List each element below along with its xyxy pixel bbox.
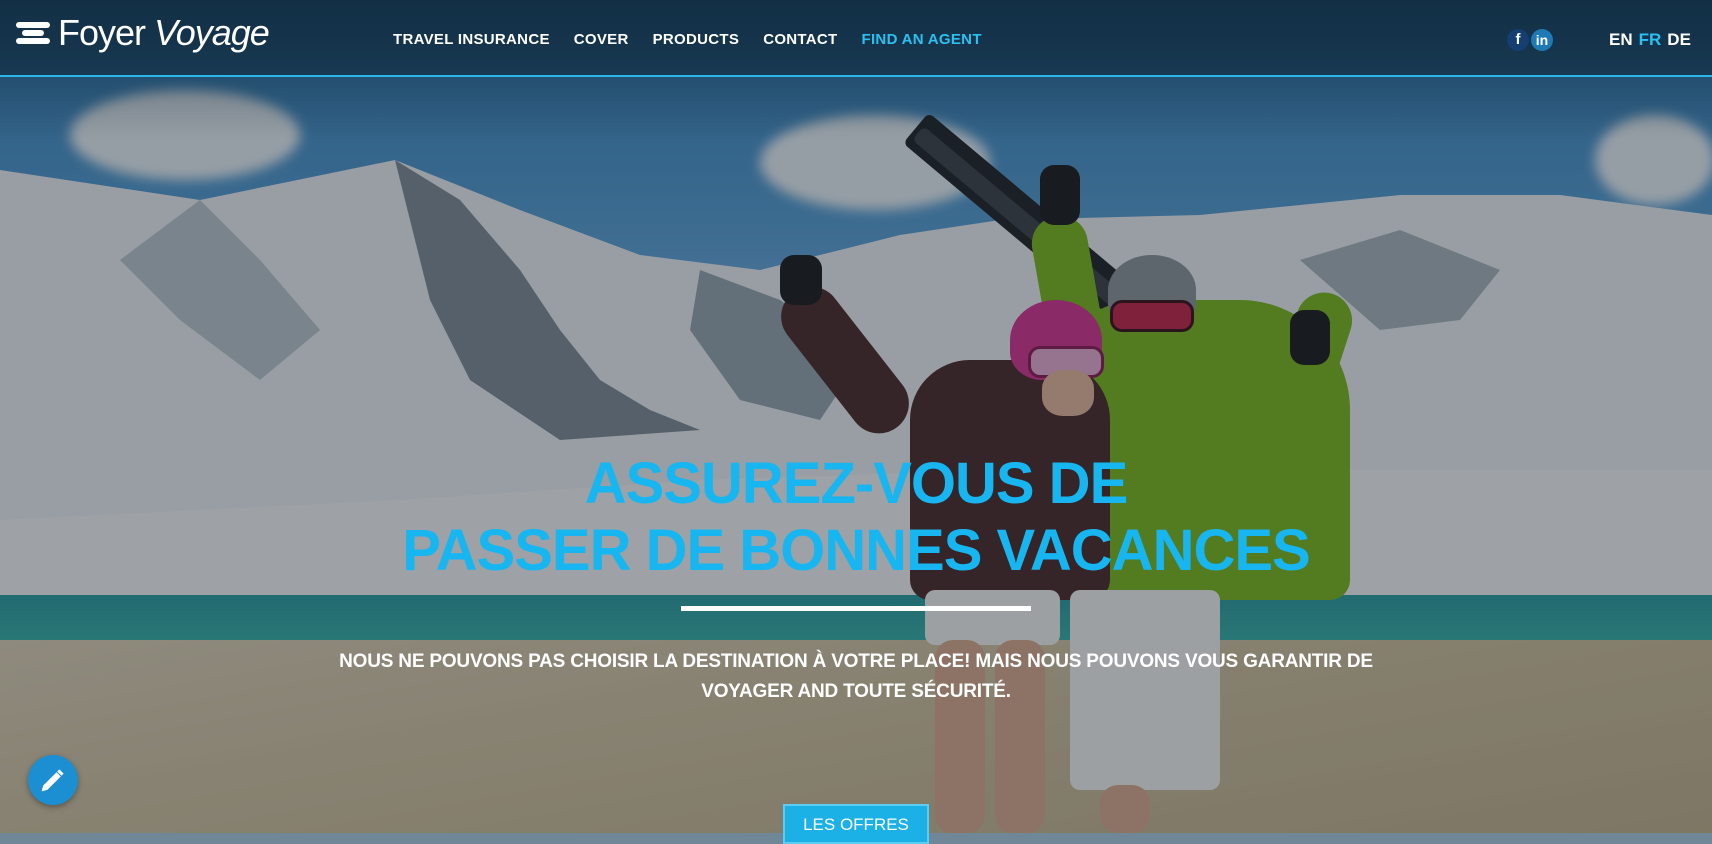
language-switcher: EN FR DE bbox=[1609, 30, 1691, 50]
hero-subtitle: NOUS NE POUVONS PAS CHOISIR LA DESTINATI… bbox=[300, 647, 1412, 707]
pencil-icon bbox=[41, 769, 64, 792]
lang-fr[interactable]: FR bbox=[1639, 30, 1662, 50]
hero-background-image bbox=[0, 0, 1712, 833]
nav-item-contact[interactable]: CONTACT bbox=[763, 31, 837, 48]
site-logo[interactable]: Foyer Voyage bbox=[16, 12, 270, 54]
social-links: f in bbox=[1507, 29, 1553, 51]
lang-de[interactable]: DE bbox=[1667, 30, 1691, 50]
logo-first-word: Foyer bbox=[58, 12, 146, 53]
nav-item-find-an-agent[interactable]: FIND AN AGENT bbox=[862, 31, 982, 48]
nav-item-products[interactable]: PRODUCTS bbox=[653, 31, 740, 48]
hero-title-line-2: PASSER DE BONNES VACANCES bbox=[402, 518, 1310, 583]
logo-text: Foyer Voyage bbox=[58, 12, 270, 54]
lang-en[interactable]: EN bbox=[1609, 30, 1633, 50]
hero-title-line-1: ASSUREZ-VOUS DE bbox=[584, 451, 1129, 516]
foyer-logo-mark-icon bbox=[16, 20, 50, 46]
offers-button[interactable]: LES OFFRES bbox=[783, 804, 929, 844]
nav-item-travel-insurance[interactable]: TRAVEL INSURANCE bbox=[393, 31, 550, 48]
nav-item-cover[interactable]: COVER bbox=[574, 31, 629, 48]
logo-second-word: Voyage bbox=[154, 12, 270, 53]
linkedin-icon[interactable]: in bbox=[1531, 29, 1553, 51]
facebook-icon[interactable]: f bbox=[1507, 29, 1529, 51]
hero-title: ASSUREZ-VOUS DE PASSER DE BONNES VACANCE… bbox=[0, 450, 1712, 584]
edit-button[interactable] bbox=[28, 755, 78, 805]
site-header: Foyer Voyage TRAVEL INSURANCE COVER PROD… bbox=[0, 0, 1712, 77]
hero-subtitle-line-2: VOYAGER AND TOUTE SÉCURITÉ. bbox=[701, 681, 1011, 702]
hero-divider bbox=[681, 606, 1031, 611]
main-nav: TRAVEL INSURANCE COVER PRODUCTS CONTACT … bbox=[393, 31, 1006, 48]
hero-subtitle-line-1: NOUS NE POUVONS PAS CHOISIR LA DESTINATI… bbox=[339, 651, 1373, 672]
